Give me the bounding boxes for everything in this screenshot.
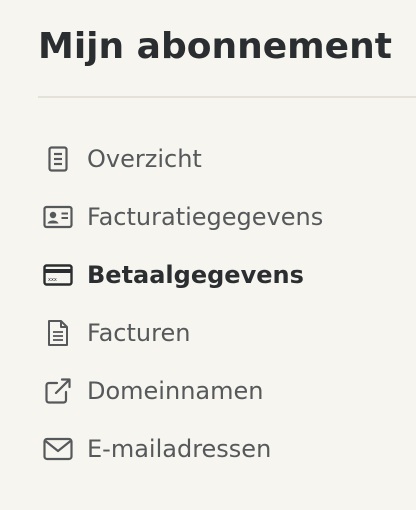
envelope-icon bbox=[42, 433, 74, 465]
subscription-sidebar: Mijn abonnement Overzicht Facturatiegege… bbox=[0, 0, 416, 510]
menu-item-label: Betaalgegevens bbox=[87, 261, 304, 289]
menu-item-facturatiegegevens[interactable]: Facturatiegegevens bbox=[0, 188, 323, 246]
menu-item-e-mailadressen[interactable]: E-mailadressen bbox=[0, 420, 323, 478]
menu-item-domeinnamen[interactable]: Domeinnamen bbox=[0, 362, 323, 420]
title-divider bbox=[38, 96, 416, 98]
menu-item-overzicht[interactable]: Overzicht bbox=[0, 130, 323, 188]
id-card-icon bbox=[42, 201, 74, 233]
subscription-menu: Overzicht Facturatiegegevens xxx Betaalg… bbox=[0, 130, 323, 478]
menu-item-facturen[interactable]: Facturen bbox=[0, 304, 323, 362]
external-link-icon bbox=[42, 375, 74, 407]
menu-item-label: Facturatiegegevens bbox=[87, 203, 324, 231]
page-title: Mijn abonnement bbox=[38, 26, 392, 67]
menu-item-label: Overzicht bbox=[87, 145, 202, 173]
menu-item-label: E-mailadressen bbox=[87, 435, 272, 463]
invoice-file-icon bbox=[42, 317, 74, 349]
menu-item-betaalgegevens[interactable]: xxx Betaalgegevens bbox=[0, 246, 323, 304]
menu-item-label: Facturen bbox=[87, 319, 191, 347]
svg-text:xxx: xxx bbox=[48, 277, 57, 283]
document-icon bbox=[42, 143, 74, 175]
menu-item-label: Domeinnamen bbox=[87, 377, 264, 405]
credit-card-icon: xxx bbox=[42, 259, 74, 291]
